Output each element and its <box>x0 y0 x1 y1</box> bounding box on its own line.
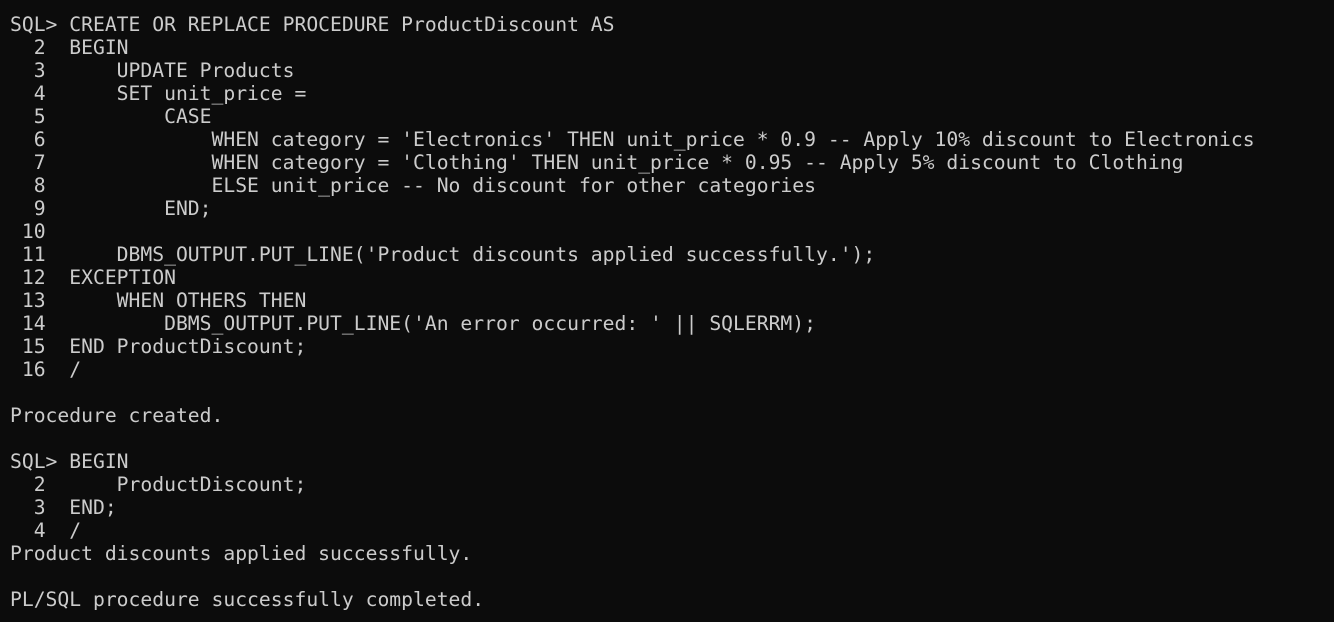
terminal-output[interactable]: SQL> CREATE OR REPLACE PROCEDURE Product… <box>0 0 1334 622</box>
terminal-line: 3 END; <box>10 496 117 519</box>
terminal-line: Procedure created. <box>10 404 224 427</box>
terminal-line: 10 <box>10 220 46 243</box>
terminal-line: 2 BEGIN <box>10 36 129 59</box>
terminal-line: 7 WHEN category = 'Clothing' THEN unit_p… <box>10 151 1184 174</box>
terminal-line: PL/SQL procedure successfully completed. <box>10 588 485 611</box>
terminal-line: 8 ELSE unit_price -- No discount for oth… <box>10 174 816 197</box>
terminal-line: 14 DBMS_OUTPUT.PUT_LINE('An error occurr… <box>10 312 816 335</box>
terminal-line: SQL> BEGIN <box>10 450 129 473</box>
terminal-line: 12 EXCEPTION <box>10 266 176 289</box>
terminal-line: Product discounts applied successfully. <box>10 542 473 565</box>
terminal-line: 4 / <box>10 519 82 542</box>
terminal-line: SQL> CREATE OR REPLACE PROCEDURE Product… <box>10 13 615 36</box>
terminal-line: 13 WHEN OTHERS THEN <box>10 289 307 312</box>
terminal-line: 15 END ProductDiscount; <box>10 335 307 358</box>
terminal-line: 16 / <box>10 358 82 381</box>
terminal-line: 3 UPDATE Products <box>10 59 295 82</box>
terminal-line: 11 DBMS_OUTPUT.PUT_LINE('Product discoun… <box>10 243 876 266</box>
terminal-line: 4 SET unit_price = <box>10 82 307 105</box>
terminal-line: 5 CASE <box>10 105 212 128</box>
terminal-line: 6 WHEN category = 'Electronics' THEN uni… <box>10 128 1255 151</box>
terminal-line: 2 ProductDiscount; <box>10 473 307 496</box>
terminal-line: 9 END; <box>10 197 212 220</box>
